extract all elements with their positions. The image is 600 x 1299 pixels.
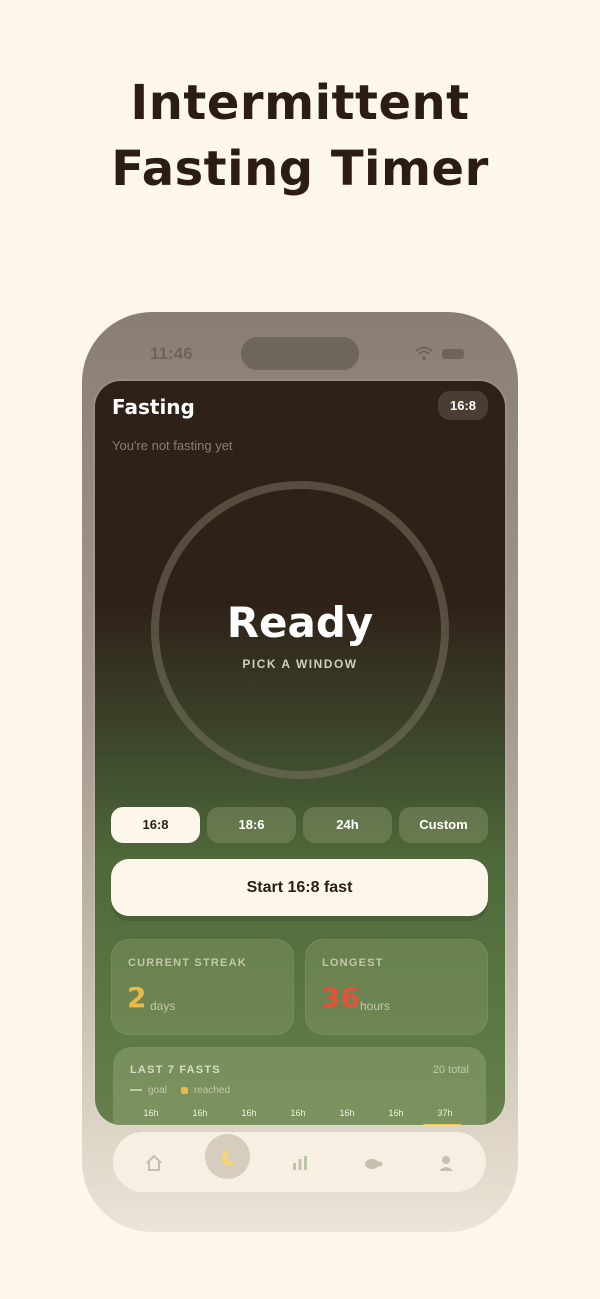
window-option-16-8[interactable]: 16:8 — [111, 807, 200, 843]
fast-duration-labels: 16h 16h 16h 16h 16h 16h 37h — [136, 1108, 476, 1122]
tab-turtle[interactable] — [356, 1145, 390, 1179]
headline-line-1: Intermittent — [130, 75, 470, 131]
last-fasts-total: 20 total — [432, 1064, 469, 1076]
longest-fast-value: 36 — [321, 981, 360, 1014]
hero-headline: Intermittent Fasting Timer — [0, 70, 600, 202]
current-streak-value: 2 — [127, 981, 147, 1014]
moon-icon — [220, 1149, 236, 1166]
current-streak-card: CURRENT STREAK 2 days — [111, 939, 294, 1035]
plan-badge[interactable]: 16:8 — [438, 391, 488, 420]
tab-profile[interactable] — [429, 1145, 463, 1179]
current-streak-label: CURRENT STREAK — [128, 957, 247, 969]
fasting-screen: Fasting 16:8 You're not fasting yet Read… — [95, 381, 505, 1125]
battery-icon — [442, 349, 464, 359]
last-fasts-card: LAST 7 FASTS 20 total goal reached 16h 16… — [113, 1047, 486, 1125]
tab-fasting[interactable] — [205, 1134, 250, 1179]
headline-line-2: Fasting Timer — [111, 141, 489, 197]
turtle-icon — [365, 1158, 383, 1169]
longest-fast-card: LONGEST 36 hours — [305, 939, 488, 1035]
goal-legend-line — [130, 1089, 142, 1092]
tab-bar — [113, 1132, 486, 1192]
wifi-icon — [415, 346, 433, 360]
fast-duration-label: 16h — [143, 1108, 159, 1118]
fasting-window-selector: 16:8 18:6 24h Custom — [111, 807, 488, 843]
fast-duration-label: 16h — [388, 1108, 404, 1118]
reached-legend-label: reached — [193, 1085, 231, 1096]
longest-fast-unit: hours — [360, 999, 391, 1013]
window-option-18-6[interactable]: 18:6 — [207, 807, 296, 843]
current-streak-unit: days — [150, 999, 176, 1013]
screen-title: Fasting — [112, 395, 195, 419]
ring-status-label: Ready — [226, 598, 374, 647]
tab-stats[interactable] — [283, 1145, 317, 1179]
fast-duration-label: 16h — [241, 1108, 257, 1118]
last-fasts-legend: goal reached — [130, 1085, 230, 1096]
ring-subtitle: PICK A WINDOW — [242, 657, 358, 671]
reached-fast-bar — [421, 1124, 463, 1125]
dynamic-island — [241, 337, 359, 370]
status-time: 11:46 — [150, 344, 193, 363]
fast-duration-label: 37h — [437, 1108, 453, 1118]
fast-duration-label: 16h — [192, 1108, 208, 1118]
fast-duration-label: 16h — [339, 1108, 355, 1118]
window-option-24h[interactable]: 24h — [303, 807, 392, 843]
tab-home[interactable] — [137, 1145, 171, 1179]
window-option-custom[interactable]: Custom — [399, 807, 488, 843]
fasting-status-text: You're not fasting yet — [112, 438, 233, 453]
longest-fast-label: LONGEST — [322, 957, 384, 969]
last-fasts-title: LAST 7 FASTS — [130, 1064, 221, 1076]
goal-legend-label: goal — [148, 1085, 167, 1096]
reached-legend-square — [180, 1086, 188, 1094]
profile-icon — [439, 1155, 453, 1171]
home-icon — [146, 1154, 162, 1171]
chart-icon — [293, 1155, 307, 1170]
start-fast-button[interactable]: Start 16:8 fast — [111, 859, 488, 916]
fast-duration-label: 16h — [290, 1108, 306, 1118]
